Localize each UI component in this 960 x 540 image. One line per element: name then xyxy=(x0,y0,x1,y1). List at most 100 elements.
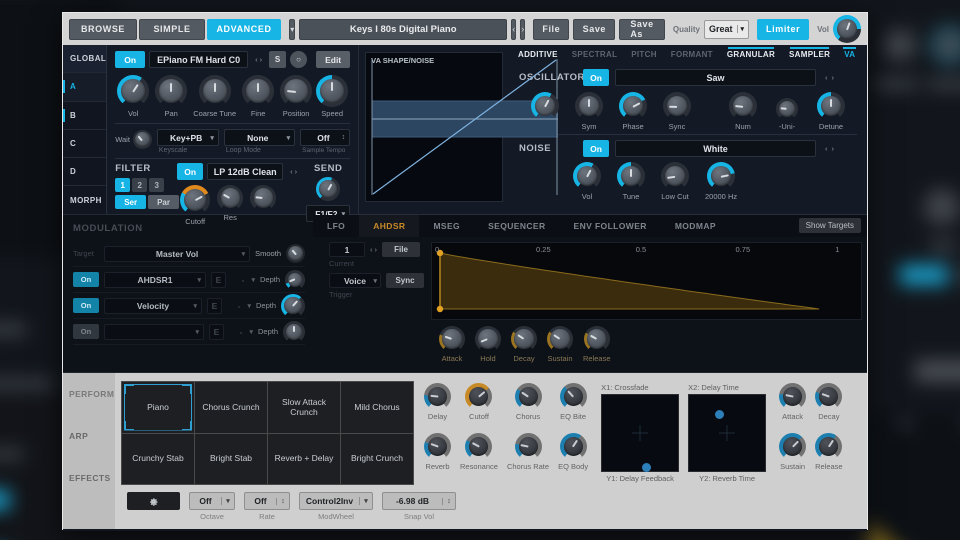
wait-knob[interactable] xyxy=(132,130,152,149)
modulation-row-1-mode-button[interactable]: E xyxy=(206,297,222,314)
global-coarse-knob[interactable] xyxy=(198,75,231,107)
osc-tab-formant[interactable]: FORMANT xyxy=(664,47,720,62)
target-select[interactable]: Master Vol ▾ xyxy=(104,245,251,262)
filter-extra-knob[interactable] xyxy=(250,185,277,211)
perform-pad[interactable]: Bright Crunch xyxy=(341,433,413,484)
record-button[interactable]: ○ xyxy=(290,51,308,68)
mod-tab-sequencer[interactable]: SEQUENCER xyxy=(474,215,559,237)
fx-chorus-knob[interactable] xyxy=(514,383,542,410)
show-targets-button[interactable]: Show Targets xyxy=(798,218,861,233)
fx-decay-knob[interactable] xyxy=(815,383,843,410)
preset-next-button[interactable]: › xyxy=(520,18,526,40)
solo-button[interactable]: S xyxy=(269,51,287,68)
filter-on-button[interactable]: On xyxy=(177,163,204,180)
osc-sync-knob[interactable] xyxy=(663,92,691,120)
fx-eq-body-knob[interactable] xyxy=(559,433,587,460)
part-tab-a[interactable]: A xyxy=(63,73,107,102)
global-fine-knob[interactable] xyxy=(242,75,275,107)
fx-reverb-knob[interactable] xyxy=(424,433,451,460)
part-tab-morph[interactable]: MORPH xyxy=(63,186,107,215)
filter-slot-2[interactable]: 2 xyxy=(132,178,148,192)
layer-on-button[interactable]: On xyxy=(115,51,146,68)
envelope-sustain-knob[interactable] xyxy=(547,326,573,352)
envelope-next-button[interactable]: › xyxy=(375,245,378,254)
perform-pad[interactable]: Slow Attack Crunch xyxy=(268,382,340,433)
filter-next-button[interactable]: › xyxy=(292,163,301,180)
modulation-row-2-mode-button[interactable]: E xyxy=(208,323,224,340)
osc-uni-knob[interactable] xyxy=(776,98,798,120)
fx-resonance-knob[interactable] xyxy=(465,433,493,460)
send-knob[interactable] xyxy=(316,177,341,201)
perform-tab-perform[interactable]: PERFORM xyxy=(63,373,115,415)
modulation-row-0-source-select[interactable]: AHDSR1 ▾ xyxy=(104,271,206,288)
limiter-button[interactable]: Limiter xyxy=(757,18,810,40)
osc-detune-knob[interactable] xyxy=(817,92,845,120)
modulation-row-2-on-button[interactable]: On xyxy=(73,324,99,339)
fx-sustain-knob[interactable] xyxy=(779,433,807,460)
preset-dropdown-chevron-down-icon[interactable]: ▾ xyxy=(289,18,296,40)
master-vol-knob[interactable] xyxy=(833,15,861,43)
osc-tab-granular[interactable]: GRANULAR xyxy=(720,47,782,62)
noise-type-field[interactable]: White xyxy=(615,140,816,157)
envelope-sync-button[interactable]: Sync xyxy=(386,273,424,288)
envelope-current-field[interactable]: 1 xyxy=(329,242,365,257)
modulation-row-2-source-select[interactable]: ▾ xyxy=(104,323,204,340)
osc-tab-pitch[interactable]: PITCH xyxy=(624,47,664,62)
preset-prev-button[interactable]: ‹ xyxy=(511,18,517,40)
noise-tune-knob[interactable] xyxy=(617,162,645,190)
osc-phase-knob[interactable] xyxy=(619,92,647,120)
global-vol-knob[interactable] xyxy=(117,75,150,107)
mod-tab-env-follower[interactable]: ENV FOLLOWER xyxy=(560,215,661,237)
modulation-row-1-on-button[interactable]: On xyxy=(73,298,99,313)
filter-slot-1[interactable]: 1 xyxy=(115,178,131,192)
xy-pad-1-handle[interactable] xyxy=(641,463,651,473)
filter-res-knob[interactable] xyxy=(217,185,244,211)
fx-attack-knob[interactable] xyxy=(779,383,807,410)
osc-tab-spectral[interactable]: SPECTRAL xyxy=(565,47,625,62)
quality-select[interactable]: Great ▾ xyxy=(704,19,750,39)
perform-tab-arp[interactable]: ARP xyxy=(63,415,115,457)
envelope-handle[interactable] xyxy=(436,305,444,313)
perform-settings-button[interactable] xyxy=(127,492,180,510)
envelope-attack-knob[interactable] xyxy=(439,326,465,352)
osc-tab-sampler[interactable]: SAMPLER xyxy=(782,47,837,62)
perform-pad[interactable]: Crunchy Stab xyxy=(122,433,194,484)
part-tab-b[interactable]: B xyxy=(63,102,107,130)
mod-tab-mseg[interactable]: MSEG xyxy=(419,215,474,237)
noise-lowcut-knob[interactable] xyxy=(661,162,689,190)
global-position-knob[interactable] xyxy=(280,75,313,107)
noise-next-button[interactable]: › xyxy=(829,140,838,157)
part-tab-c[interactable]: C xyxy=(63,130,107,159)
mod-tab-modmap[interactable]: MODMAP xyxy=(661,215,730,237)
filter-type-field[interactable]: LP 12dB Clean xyxy=(207,163,284,180)
noise-on-button[interactable]: On xyxy=(583,140,609,157)
perform-modwheel-select[interactable]: Control2Inv ▾ xyxy=(299,492,373,510)
speed-knob[interactable] xyxy=(316,75,349,107)
simple-button[interactable]: SIMPLE xyxy=(139,18,205,40)
oscillator-waveform-field[interactable]: Saw xyxy=(615,69,816,86)
envelope-decay-knob[interactable] xyxy=(511,326,537,352)
fx-chorus-rate-knob[interactable] xyxy=(514,433,542,460)
part-tab-global[interactable]: GLOBAL xyxy=(63,45,107,74)
perform-pad[interactable]: Piano xyxy=(122,382,194,433)
filter-routing-par[interactable]: Par xyxy=(148,195,179,209)
preset-name-field[interactable]: Keys I 80s Digital Piano xyxy=(299,18,508,40)
smooth-knob[interactable] xyxy=(286,244,305,263)
va-shape-noise-display[interactable]: VA SHAPE/NOISE xyxy=(365,52,559,202)
modulation-row-0-sign-select[interactable]: - ▾ xyxy=(231,272,255,288)
perform-pad[interactable]: Mild Chorus xyxy=(341,382,413,433)
modulation-row-0-on-button[interactable]: On xyxy=(73,272,99,287)
sampletempo-select[interactable]: Off ↕ xyxy=(300,129,351,146)
save-as-button[interactable]: Save As xyxy=(619,18,665,40)
mod-tab-lfo[interactable]: LFO xyxy=(313,215,359,237)
fx-release-knob[interactable] xyxy=(815,433,843,460)
oscillator-next-button[interactable]: › xyxy=(829,69,838,86)
save-button[interactable]: Save xyxy=(573,18,616,40)
envelope-graph[interactable]: 0 0.25 0.5 0.75 1 xyxy=(431,242,862,320)
keyscale-select[interactable]: Key+PB ▾ xyxy=(156,129,219,146)
envelope-release-knob[interactable] xyxy=(583,326,610,352)
xy-pad-2[interactable] xyxy=(688,394,767,472)
modulation-row-1-depth-knob[interactable] xyxy=(281,293,305,318)
filter-routing-ser[interactable]: Ser xyxy=(115,195,147,209)
noise-highcut-knob[interactable] xyxy=(707,162,736,190)
